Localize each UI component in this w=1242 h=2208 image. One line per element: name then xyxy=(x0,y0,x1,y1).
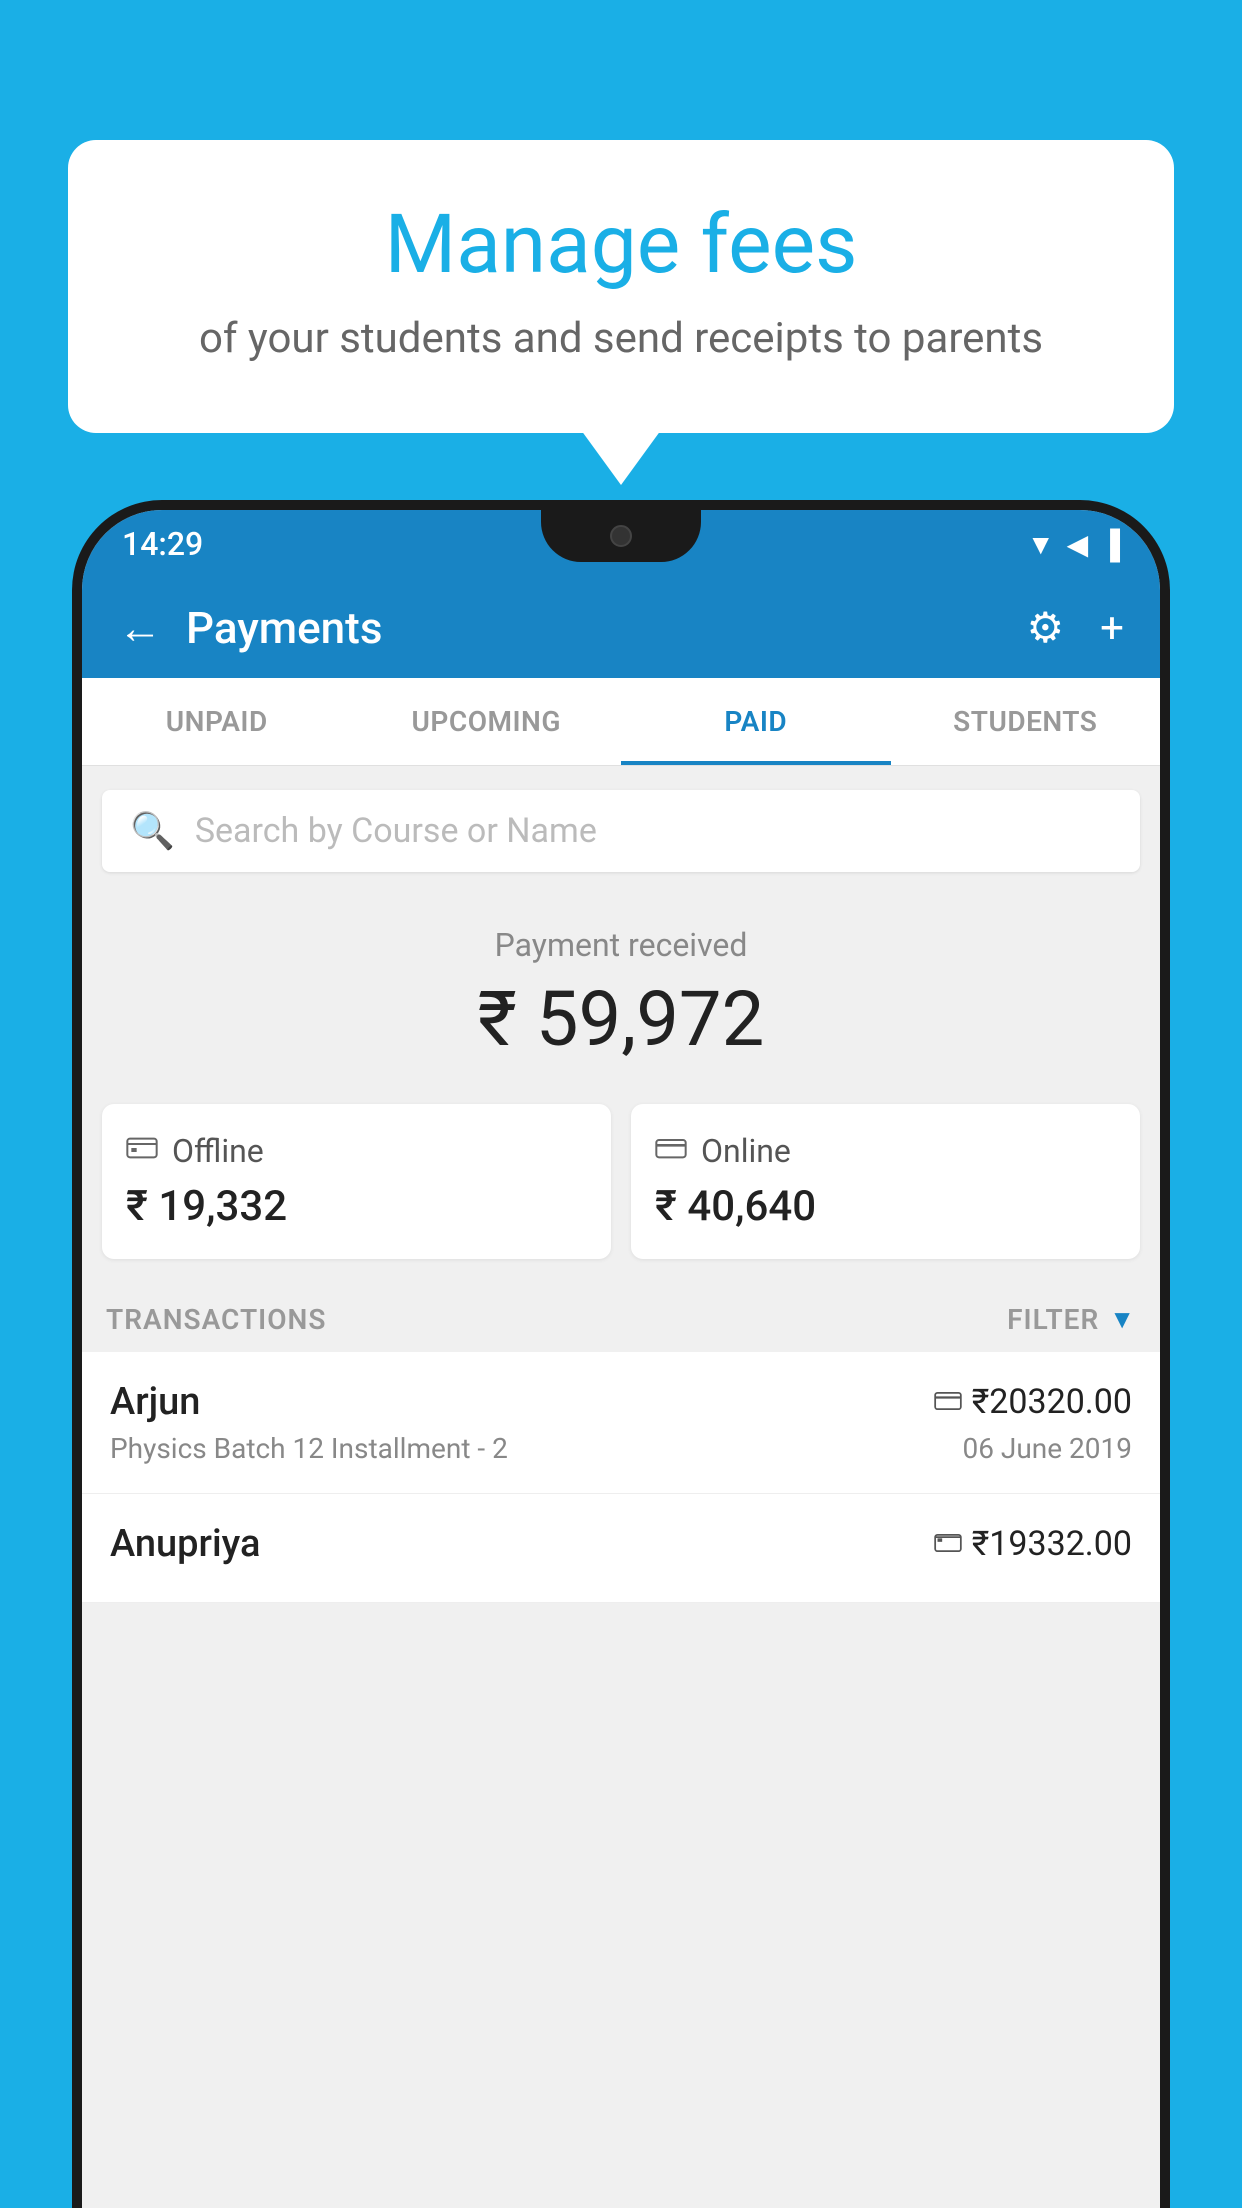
settings-icon[interactable]: ⚙ xyxy=(1027,603,1065,653)
transaction-card-icon xyxy=(934,1386,962,1419)
app-bar-actions: ⚙ + xyxy=(1027,603,1125,653)
add-button[interactable]: + xyxy=(1100,604,1124,653)
transaction-row1: Arjun ₹20320.00 xyxy=(110,1380,1132,1424)
signal-icon: ◀ xyxy=(1067,528,1089,561)
search-icon: 🔍 xyxy=(130,810,175,852)
filter-label: FILTER xyxy=(1007,1303,1099,1336)
offline-amount: ₹ 19,332 xyxy=(126,1182,587,1231)
online-card-header: Online xyxy=(655,1132,1116,1170)
transaction-amount-2: ₹19332.00 xyxy=(972,1524,1132,1564)
transaction-name: Arjun xyxy=(110,1380,200,1424)
status-icons: ▼ ◀ ▐ xyxy=(1027,528,1120,561)
battery-icon: ▐ xyxy=(1100,528,1120,561)
online-card: Online ₹ 40,640 xyxy=(631,1104,1140,1259)
offline-card: Offline ₹ 19,332 xyxy=(102,1104,611,1259)
tab-students[interactable]: STUDENTS xyxy=(891,678,1161,765)
transaction-amount: ₹20320.00 xyxy=(972,1382,1132,1422)
camera-dot xyxy=(610,525,632,547)
phone-frame: 14:29 ▼ ◀ ▐ ← Payments ⚙ + UNPAID xyxy=(72,500,1170,2208)
transaction-amount-wrap: ₹20320.00 xyxy=(934,1382,1132,1422)
filter-icon: ▼ xyxy=(1109,1304,1136,1335)
offline-icon xyxy=(126,1132,158,1170)
status-time: 14:29 xyxy=(122,525,203,563)
transaction-date: 06 June 2019 xyxy=(962,1432,1132,1465)
transaction-row1-2: Anupriya ₹19332.00 xyxy=(110,1522,1132,1566)
transaction-card-icon-2 xyxy=(934,1528,962,1561)
tab-upcoming[interactable]: UPCOMING xyxy=(352,678,622,765)
offline-label: Offline xyxy=(172,1132,264,1170)
transaction-name-2: Anupriya xyxy=(110,1522,260,1566)
transaction-amount-wrap-2: ₹19332.00 xyxy=(934,1524,1132,1564)
speech-bubble: Manage fees of your students and send re… xyxy=(68,140,1174,433)
app-bar: ← Payments ⚙ + xyxy=(82,578,1160,678)
tabs-bar: UNPAID UPCOMING PAID STUDENTS xyxy=(82,678,1160,766)
online-icon xyxy=(655,1132,687,1170)
payment-received-section: Payment received ₹ 59,972 xyxy=(82,896,1160,1084)
bubble-subtitle: of your students and send receipts to pa… xyxy=(148,314,1094,363)
transactions-label: TRANSACTIONS xyxy=(106,1303,326,1336)
offline-card-header: Offline xyxy=(126,1132,587,1170)
online-amount: ₹ 40,640 xyxy=(655,1182,1116,1231)
filter-button[interactable]: FILTER ▼ xyxy=(1007,1303,1136,1336)
transaction-row2: Physics Batch 12 Installment - 2 06 June… xyxy=(110,1432,1132,1465)
transaction-item-arjun[interactable]: Arjun ₹20320.00 Physics xyxy=(82,1352,1160,1494)
wifi-icon: ▼ xyxy=(1027,528,1055,561)
payment-cards-row: Offline ₹ 19,332 Online xyxy=(82,1084,1160,1279)
tab-paid[interactable]: PAID xyxy=(621,678,891,765)
payment-received-label: Payment received xyxy=(102,926,1140,964)
bubble-title: Manage fees xyxy=(148,200,1094,290)
content-area: 🔍 Search by Course or Name Payment recei… xyxy=(82,766,1160,2208)
phone-notch xyxy=(541,510,701,562)
transaction-course: Physics Batch 12 Installment - 2 xyxy=(110,1432,508,1465)
transactions-header: TRANSACTIONS FILTER ▼ xyxy=(82,1279,1160,1352)
search-placeholder: Search by Course or Name xyxy=(195,811,597,851)
transaction-item-anupriya[interactable]: Anupriya ₹19332.00 xyxy=(82,1494,1160,1603)
phone-inner: 14:29 ▼ ◀ ▐ ← Payments ⚙ + UNPAID xyxy=(82,510,1160,2208)
back-button[interactable]: ← xyxy=(118,602,162,654)
online-label: Online xyxy=(701,1132,791,1170)
app-title: Payments xyxy=(186,602,1027,654)
search-bar[interactable]: 🔍 Search by Course or Name xyxy=(102,790,1140,872)
speech-bubble-wrapper: Manage fees of your students and send re… xyxy=(68,140,1174,433)
payment-received-amount: ₹ 59,972 xyxy=(102,974,1140,1064)
tab-unpaid[interactable]: UNPAID xyxy=(82,678,352,765)
